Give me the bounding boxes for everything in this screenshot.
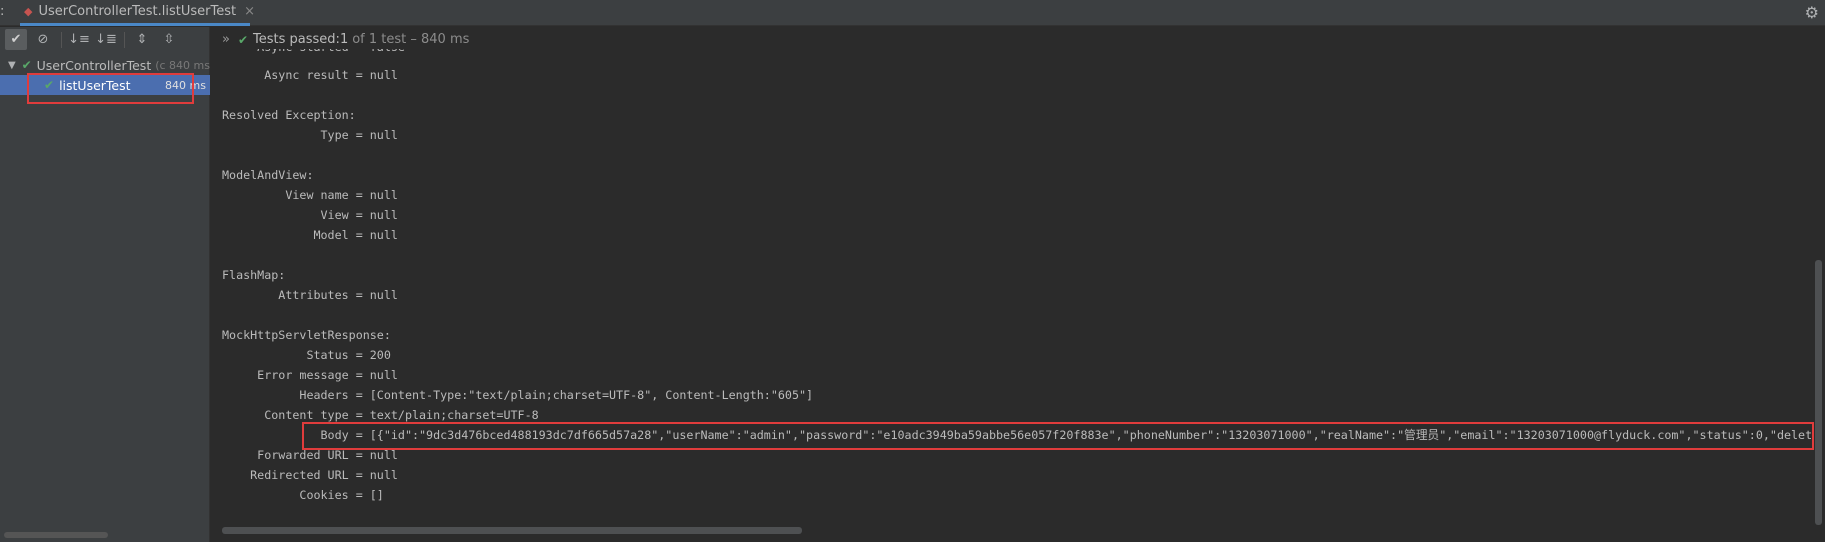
console-line: Redirected URL = null	[222, 468, 398, 482]
gear-icon[interactable]: ⚙	[1805, 3, 1819, 22]
sort-alphabetically-button[interactable]: ↓≡	[68, 29, 90, 50]
tree-node-label: UserControllerTest	[36, 57, 152, 73]
toolbar-divider	[61, 31, 62, 48]
sort-duration-icon: ↓≣	[95, 32, 117, 47]
console-line: Headers = [Content-Type:"text/plain;char…	[222, 388, 814, 402]
check-icon: ✔	[44, 78, 55, 92]
tree-horizontal-scrollbar[interactable]	[4, 532, 108, 538]
console-panel: » ✔ Tests passed: 1 of 1 test – 840 ms A…	[210, 27, 1825, 542]
console-line: MockHttpServletResponse:	[222, 328, 391, 342]
tab-run-config[interactable]: ◆ UserControllerTest.listUserTest ×	[20, 0, 255, 26]
console-line: Cookies = []	[222, 488, 384, 502]
console-line: FlashMap:	[222, 268, 286, 282]
show-ignored-button[interactable]: ⊘	[32, 29, 54, 50]
check-icon: ✔	[21, 58, 32, 72]
expand-all-button[interactable]: ⇕	[131, 29, 153, 50]
console-line: Type = null	[222, 128, 398, 142]
test-tree: ▼ ✔ UserControllerTest (c 840 ms ✔ listU…	[0, 55, 210, 95]
expand-all-icon: ⇕	[136, 32, 148, 47]
run-config-icon: ◆	[24, 5, 33, 18]
console-horizontal-scrollbar[interactable]	[222, 527, 802, 534]
console-line: Async result = null	[222, 68, 398, 82]
console-output[interactable]: Async started = false Async result = nul…	[222, 39, 1812, 519]
tree-node-child[interactable]: ✔ listUserTest 840 ms	[0, 75, 210, 95]
toolbar-divider	[124, 31, 125, 48]
test-toolbar: ✔ ⊘ ↓≡ ↓≣ ⇕ ⇳	[0, 27, 210, 52]
tree-node-root[interactable]: ▼ ✔ UserControllerTest (c 840 ms	[0, 55, 210, 75]
console-line: ModelAndView:	[222, 168, 314, 182]
test-tree-panel: ✔ ⊘ ↓≡ ↓≣ ⇕ ⇳ ▼ ✔ UserControllerTest (c …	[0, 27, 210, 542]
console-vertical-scrollbar[interactable]	[1815, 260, 1822, 525]
stop-icon: ⊘	[37, 32, 49, 47]
close-icon[interactable]: ×	[244, 4, 255, 19]
tab-title: UserControllerTest.listUserTest	[38, 4, 237, 19]
tree-node-label: listUserTest	[59, 77, 131, 93]
console-line: Attributes = null	[222, 288, 398, 302]
console-line: View = null	[222, 208, 398, 222]
console-line: View name = null	[222, 188, 398, 202]
console-line: Resolved Exception:	[222, 108, 356, 122]
console-line-body: Body = [{"id":"9dc3d476bced488193dc7df66…	[222, 428, 1813, 442]
tab-bar-edge-mark: :	[0, 4, 5, 19]
console-line: Forwarded URL = null	[222, 448, 398, 462]
check-icon: ✔	[10, 32, 22, 47]
console-line: Error message = null	[222, 368, 398, 382]
console-line: Model = null	[222, 228, 398, 242]
console-line: Status = 200	[222, 348, 391, 362]
sort-by-duration-button[interactable]: ↓≣	[95, 29, 117, 50]
console-line: Content type = text/plain;charset=UTF-8	[222, 408, 539, 422]
tree-node-time: 840 ms	[165, 78, 206, 92]
chevron-down-icon[interactable]: ▼	[8, 60, 18, 71]
collapse-all-button[interactable]: ⇳	[158, 29, 180, 50]
console-line: Async started = false	[222, 40, 405, 54]
show-passed-button[interactable]: ✔	[5, 29, 27, 50]
sort-alpha-icon: ↓≡	[68, 32, 90, 47]
collapse-all-icon: ⇳	[163, 32, 175, 47]
tree-node-time: (c 840 ms	[155, 58, 210, 72]
editor-tab-bar: : ◆ UserControllerTest.listUserTest × ⚙	[0, 0, 1825, 26]
